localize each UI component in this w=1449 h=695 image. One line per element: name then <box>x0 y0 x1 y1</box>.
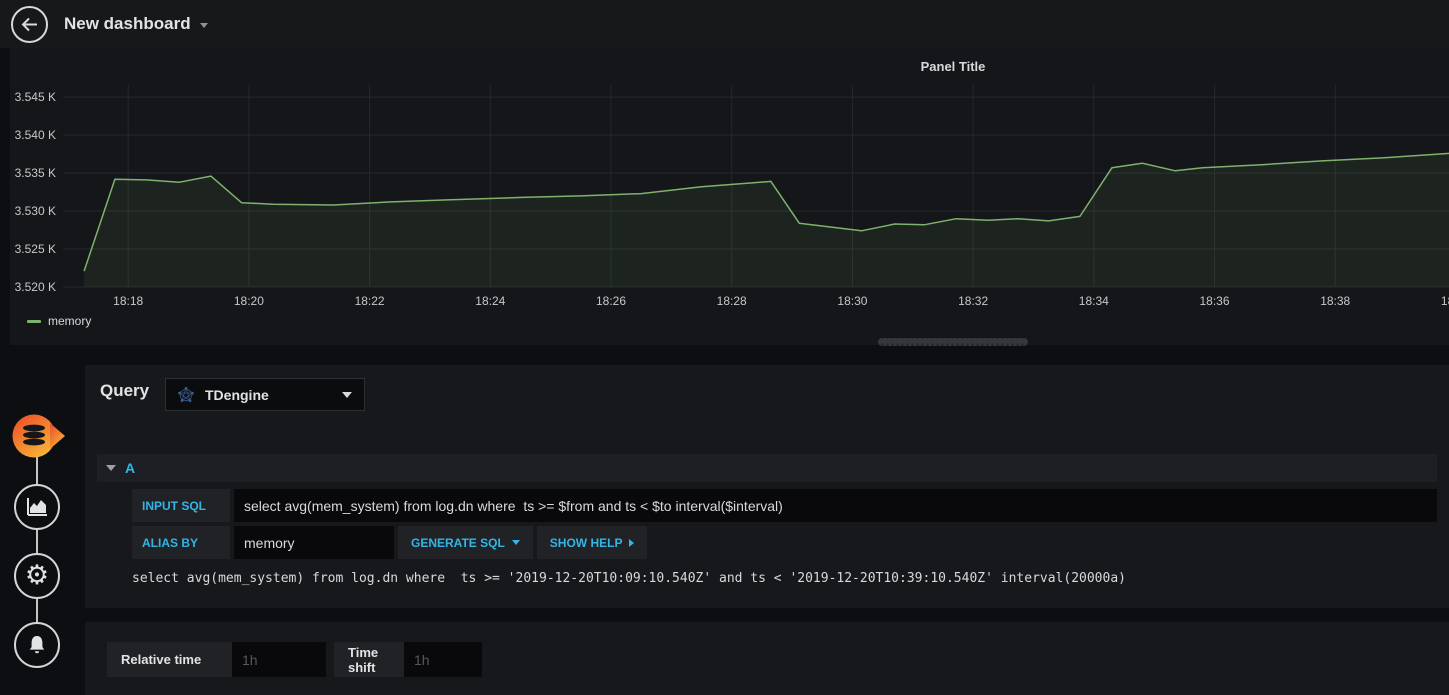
time-options-card: Relative time Time shift <box>85 622 1449 695</box>
svg-text:3.530 K: 3.530 K <box>15 204 56 218</box>
tab-queries[interactable] <box>10 412 66 467</box>
svg-text:18:32: 18:32 <box>958 294 988 308</box>
time-shift-label: Time shift <box>334 642 404 677</box>
svg-text:18:24: 18:24 <box>475 294 505 308</box>
svg-text:18:40: 18:40 <box>1441 294 1449 308</box>
alias-by-label: ALIAS BY <box>132 526 230 559</box>
gear-wrench-icon: ⚙ <box>24 559 50 590</box>
relative-time-label: Relative time <box>107 642 232 677</box>
graph-panel: Panel Title 3.520 K 3.525 K 3.530 K 3.535 K… <box>10 48 1449 346</box>
tab-visualization[interactable] <box>14 484 60 530</box>
top-header: New dashboard <box>0 0 1449 48</box>
show-help-label: SHOW HELP <box>549 535 623 550</box>
query-editor-card: Query TDengine A INPUT SQL ALIAS BY <box>85 365 1449 608</box>
query-section-title: Query <box>100 381 150 400</box>
chevron-down-icon <box>342 391 352 398</box>
input-sql-label: INPUT SQL <box>132 489 230 522</box>
time-options-row: Relative time Time shift <box>107 642 482 677</box>
chevron-down-icon[interactable] <box>199 23 208 28</box>
svg-text:3.545 K: 3.545 K <box>15 90 56 104</box>
timeseries-chart: 3.520 K 3.525 K 3.530 K 3.535 K 3.540 K 3.545… <box>15 85 1449 308</box>
area-chart-icon <box>27 498 47 516</box>
show-help-button[interactable]: SHOW HELP <box>536 526 648 559</box>
svg-text:18:38: 18:38 <box>1320 294 1350 308</box>
svg-text:3.520 K: 3.520 K <box>15 280 56 294</box>
tab-general[interactable]: ⚙ <box>14 553 60 599</box>
datasource-picker[interactable]: TDengine <box>165 378 365 411</box>
chevron-down-icon <box>511 540 520 545</box>
input-sql-field[interactable] <box>234 489 1437 522</box>
legend-series-label[interactable]: memory <box>48 314 91 328</box>
svg-text:18:26: 18:26 <box>596 294 626 308</box>
svg-text:18:20: 18:20 <box>234 294 264 308</box>
generated-sql-text: select avg(mem_system) from log.dn where… <box>132 571 1126 586</box>
query-form: INPUT SQL ALIAS BY GENERATE SQL SHOW HEL… <box>132 489 1437 563</box>
back-button[interactable] <box>11 5 48 43</box>
svg-text:3.525 K: 3.525 K <box>15 242 56 256</box>
dashboard-title[interactable]: New dashboard <box>64 14 191 34</box>
input-sql-row: INPUT SQL <box>132 489 1437 522</box>
alias-by-row: ALIAS BY GENERATE SQL SHOW HELP <box>132 526 1437 559</box>
svg-text:18:34: 18:34 <box>1079 294 1109 308</box>
collapse-caret-icon <box>106 465 116 471</box>
svg-text:18:36: 18:36 <box>1200 294 1230 308</box>
generate-sql-button[interactable]: GENERATE SQL <box>398 526 533 559</box>
panel-resize-handle[interactable] <box>878 338 1028 346</box>
datasource-name: TDengine <box>205 386 269 403</box>
svg-text:18:28: 18:28 <box>717 294 747 308</box>
legend-series-swatch <box>27 319 41 323</box>
tdengine-logo-icon <box>178 386 194 402</box>
arrow-left-icon <box>21 17 37 31</box>
bell-icon <box>29 636 45 654</box>
query-ref-id: A <box>125 460 136 476</box>
svg-text:18:18: 18:18 <box>113 294 143 308</box>
chart-legend: memory <box>27 314 91 328</box>
svg-text:18:22: 18:22 <box>355 294 385 308</box>
svg-text:18:30: 18:30 <box>837 294 867 308</box>
tab-alert[interactable] <box>14 622 60 668</box>
alias-by-field[interactable] <box>234 526 394 559</box>
svg-text:3.535 K: 3.535 K <box>15 166 56 180</box>
relative-time-field[interactable] <box>232 642 326 677</box>
svg-text:3.540 K: 3.540 K <box>15 128 56 142</box>
chevron-right-icon <box>629 538 635 547</box>
query-row-header[interactable]: A <box>97 454 1437 482</box>
time-shift-field[interactable] <box>404 642 482 677</box>
database-icon <box>12 414 65 458</box>
generate-sql-label: GENERATE SQL <box>411 535 505 550</box>
tab-rail-line <box>36 437 38 645</box>
